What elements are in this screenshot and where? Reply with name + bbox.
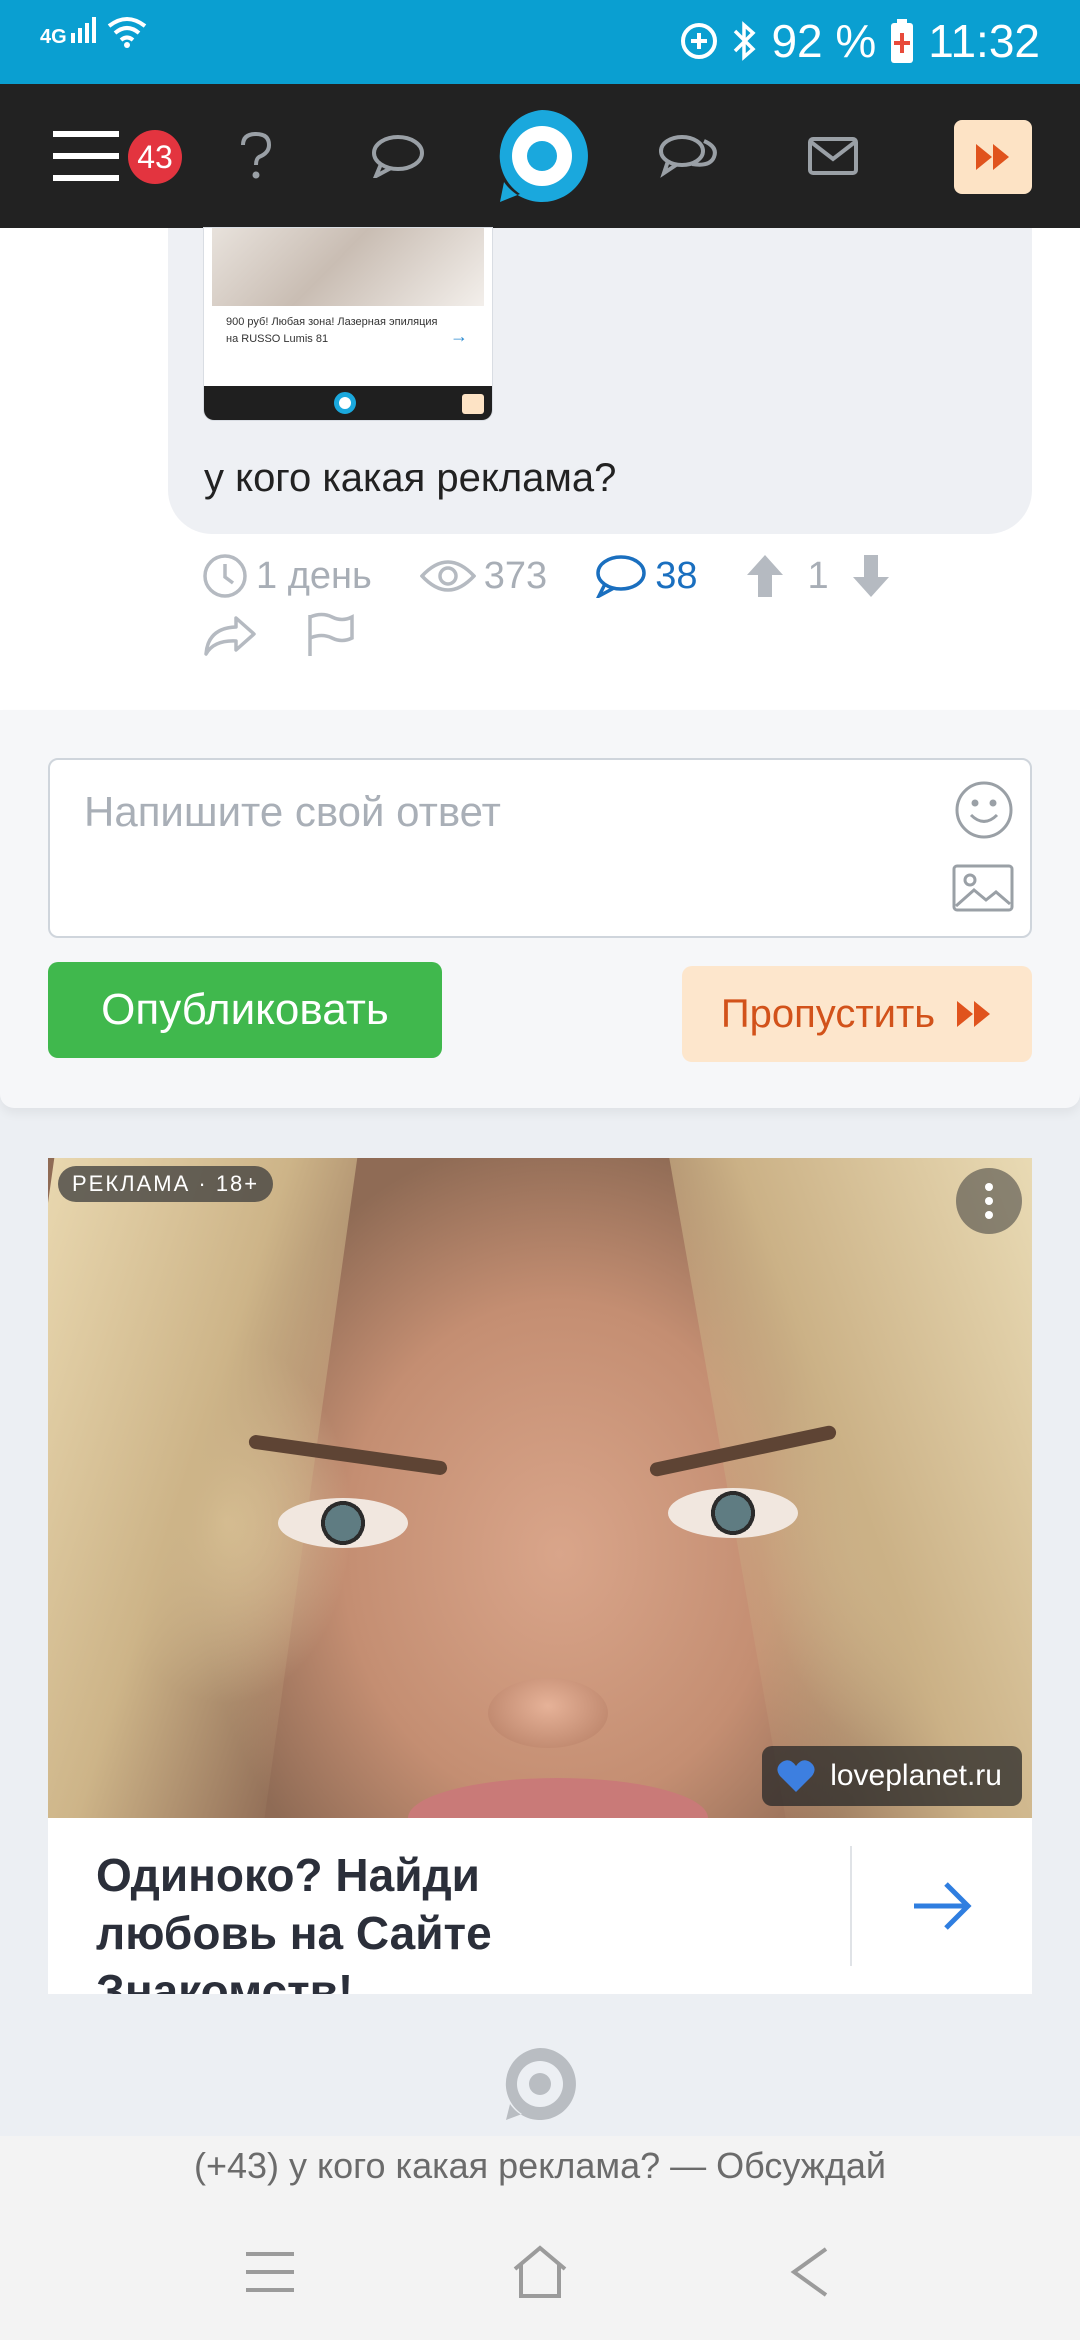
wifi-icon [107,17,147,48]
ad-image-eye-right [668,1488,798,1538]
menu-button[interactable] [50,84,122,228]
recents-button[interactable] [230,2232,310,2312]
battery-percent: 92 % [771,15,877,67]
image-icon [952,864,1014,912]
arrow-right-icon [914,1882,972,1930]
recents-icon [246,2252,294,2292]
comment-icon [596,555,646,598]
discussions-icon [659,135,717,178]
clock: 11:32 [928,15,1040,67]
back-icon [790,2247,828,2297]
ad-image-hair-left [48,1158,360,1818]
question-post: 900 руб! Любая зона! Лазерная эпиляция н… [0,228,1080,710]
ad-headline[interactable]: Одиноко? Найди любовь на Сайте Знакомств… [96,1846,616,1994]
footer-logo [502,2046,578,2127]
network-type: 4G [40,25,67,48]
post-rating: 1 [745,553,890,599]
clock-icon [203,554,247,598]
screenshot-appbar [204,386,492,420]
ad-image-eye-left [278,1498,408,1548]
emoji-icon [955,781,1013,839]
logo-icon [499,110,588,202]
publish-button[interactable]: Опубликовать [48,962,442,1058]
post-comments-count: 38 [655,554,698,597]
attach-image-button[interactable] [952,864,1014,917]
menu-icon [53,131,119,181]
fast-forward-icon [957,1001,991,1027]
status-left: 4G [40,16,147,48]
share-icon[interactable] [202,614,258,656]
screenshot-photo [212,228,484,306]
home-button[interactable] [500,2232,580,2312]
post-views-count: 373 [483,554,548,597]
help-icon [241,131,272,179]
bluetooth-icon [734,21,756,61]
post-actions [202,612,356,658]
messages-button[interactable] [368,84,428,228]
ad-domain-chip[interactable]: loveplanet.ru [762,1746,1022,1806]
ad-body[interactable]: Одиноко? Найди любовь на Сайте Знакомств… [48,1818,1032,1994]
ad-more-button[interactable] [956,1168,1022,1234]
downvote-icon[interactable] [851,553,891,599]
question-text: у кого какая реклама? [204,456,617,500]
fast-forward-icon [976,144,1009,170]
post-time-label: 1 день [256,554,372,597]
data-saver-icon [681,23,718,59]
mail-button[interactable] [806,84,860,228]
screenshot-arrow-icon: → [450,326,468,346]
upvote-icon[interactable] [745,553,785,599]
ad-image[interactable]: РЕКЛАМА · 18+ loveplanet.ru [48,1158,1032,1818]
post-time: 1 день [202,553,372,599]
flag-icon[interactable] [306,612,356,658]
mail-icon [808,137,858,175]
back-button[interactable] [770,2232,850,2312]
more-icon [985,1183,993,1219]
emoji-button[interactable] [954,780,1014,845]
ad-open-button[interactable] [852,1818,1032,1994]
screenshot-logo-icon [334,392,356,414]
ad-image-nose [488,1678,608,1748]
skip-button-label: Пропустить [720,991,936,1036]
browser-title-bar[interactable]: (+43) у кого какая реклама? — Обсуждай [0,2136,1080,2196]
notifications-badge[interactable]: 43 [128,130,182,184]
question-bubble: 900 руб! Любая зона! Лазерная эпиляция н… [168,228,1032,534]
status-right: 92 % 11:32 [679,14,1040,68]
ad-image-lips [408,1778,708,1818]
help-button[interactable] [228,84,284,228]
status-bar: 4G 92 % 11:32 [0,0,1080,84]
signal-icon: 4G [40,16,97,48]
home-logo-button[interactable] [494,84,590,228]
heart-logo-icon [777,1760,815,1792]
ad-banner[interactable]: РЕКЛАМА · 18+ loveplanet.ru Одиноко? Най… [48,1158,1032,1994]
post-rating-value: 1 [807,554,829,597]
reply-input[interactable]: Напишите свой ответ [48,758,1032,938]
battery-icon [891,19,914,63]
attached-screenshot[interactable]: 900 руб! Любая зона! Лазерная эпиляция н… [204,228,492,420]
post-meta: 1 день 373 38 1 [202,546,891,606]
reply-placeholder: Напишите свой ответ [84,788,501,835]
home-icon [513,2245,567,2298]
screenshot-fast-forward-icon [462,394,484,414]
logo-icon [505,2048,576,2120]
ad-domain-text: loveplanet.ru [830,1759,1002,1792]
app-bar: 43 [0,84,1080,228]
skip-button[interactable]: Пропустить [682,966,1032,1062]
reply-form: Напишите свой ответ Опубликовать Пропуст… [0,710,1080,1108]
discussions-button[interactable] [656,84,720,228]
eye-icon [419,560,476,592]
chat-bubble-icon [372,135,424,178]
ad-label: РЕКЛАМА · 18+ [58,1166,274,1202]
post-comments[interactable]: 38 [595,554,697,598]
screenshot-caption: 900 руб! Любая зона! Лазерная эпиляция н… [226,316,438,345]
system-nav-bar [0,2196,1080,2340]
skip-question-button[interactable] [954,120,1032,194]
post-views: 373 [419,554,548,598]
